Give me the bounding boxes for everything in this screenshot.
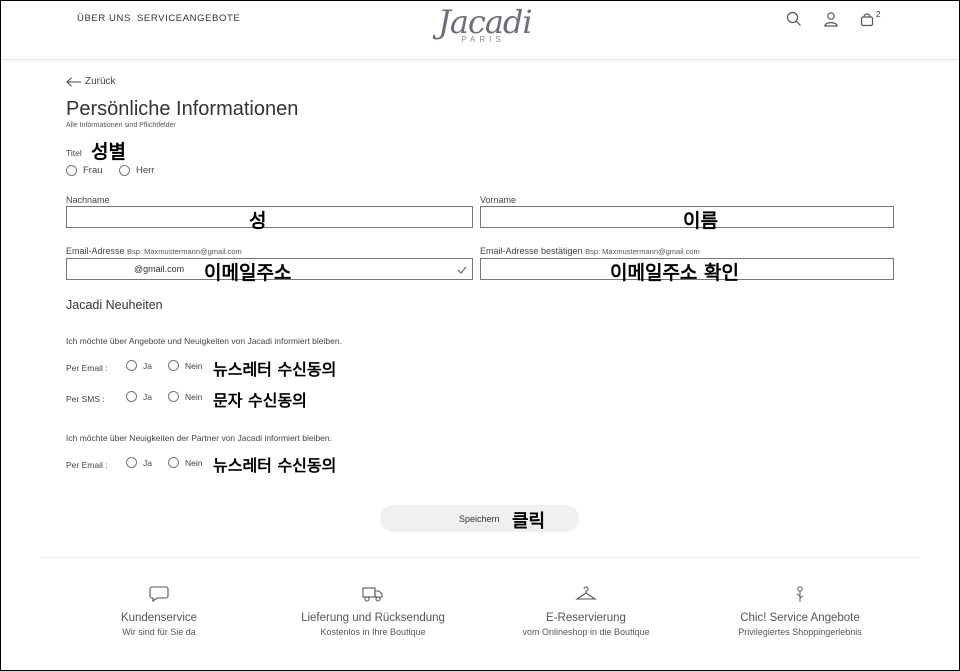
radio-circle[interactable] (168, 391, 179, 402)
vorname-annotation: 이름 (683, 210, 718, 232)
radio-sms-nein[interactable]: Nein (168, 391, 202, 402)
titel-label: Titel (66, 148, 82, 158)
jacadi-logo[interactable]: Jacadi PARIS (438, 3, 533, 44)
row-label-sms: Per SMS : (66, 394, 105, 404)
page-title: Persönliche Informationen (66, 98, 299, 120)
nachname-field[interactable] (66, 206, 473, 228)
chat-bubble-icon (149, 586, 169, 603)
footer-sub: Wir sind für Sie da (122, 627, 196, 637)
footer-title: Chic! Service Angebote (740, 612, 860, 624)
hanger-icon (575, 586, 597, 600)
back-label: Zurück (85, 76, 116, 87)
radio-nein-label: Nein (185, 457, 203, 468)
email-annotation: 이메일주소 (204, 262, 292, 284)
radio-circle[interactable] (168, 360, 179, 371)
nachname-annotation: 성 (249, 210, 267, 232)
nav-serviceangebote[interactable]: SERVICEANGEBOTE (137, 13, 240, 24)
save-button-label: Speichern (459, 514, 500, 524)
partner-consent-annotation: 뉴스레터 수신동의 (213, 456, 337, 475)
footer-kundenservice[interactable]: Kundenservice Wir sind für Sie da (59, 585, 259, 637)
page-subtitle: Alle Informationen sind Pflichtfelder (66, 122, 176, 129)
radio-frau-label: Frau (83, 165, 103, 176)
radio-ja-label: Ja (143, 457, 152, 468)
email-label-row: Email-Adresse Bsp: Maxmustermann@gmail.c… (66, 246, 242, 256)
search-icon[interactable] (786, 11, 802, 27)
footer-chic-service[interactable]: Chic! Service Angebote Privilegiertes Sh… (700, 585, 900, 637)
email-confirm-hint: Bsp: Maxmustermann@gmail.com (585, 247, 700, 256)
newsletter-info-1: Ich möchte über Angebote und Neuigkeiten… (66, 336, 342, 346)
footer-title: Kundenservice (120, 612, 198, 624)
radio-ja-label: Ja (143, 391, 152, 402)
email-value: @gmail.com (134, 264, 185, 274)
footer-title: E-Reservierung (546, 612, 626, 624)
radio-partner-nein[interactable]: Nein (168, 457, 202, 468)
radio-circle[interactable] (126, 360, 137, 371)
footer-e-reservierung[interactable]: E-Reservierung vom Onlineshop in die Bou… (486, 585, 686, 637)
logo-wordmark: Jacadi (438, 3, 533, 41)
email-label: Email-Adresse (66, 246, 125, 256)
newsletter-title: Jacadi Neuheiten (66, 298, 163, 312)
checkmark-icon (457, 266, 467, 274)
footer-lieferung[interactable]: Lieferung und Rücksendung Kostenlos in I… (273, 585, 473, 637)
site-header: ÜBER UNS SERVICEANGEBOTE Jacadi PARIS 2 (1, 1, 959, 60)
back-link[interactable]: Zurück (66, 76, 116, 87)
email-confirm-label-row: Email-Adresse bestätigen Bsp: Maxmusterm… (480, 246, 700, 256)
truck-icon (362, 587, 383, 602)
email-hint: Bsp: Maxmustermann@gmail.com (127, 247, 242, 256)
radio-circle[interactable] (126, 457, 137, 468)
radio-herr-label: Herr (136, 165, 155, 176)
radio-email-nein[interactable]: Nein (168, 360, 202, 371)
radio-sms-ja[interactable]: Ja (126, 391, 152, 402)
footer-sub: Privilegiertes Shoppingerlebnis (738, 627, 862, 637)
radio-circle[interactable] (126, 391, 137, 402)
radio-ja-label: Ja (143, 360, 152, 371)
footer-title: Lieferung und Rücksendung (301, 612, 445, 624)
newsletter-info-2: Ich möchte über Neuigkeiten der Partner … (66, 433, 333, 443)
nachname-label: Nachname (66, 195, 110, 205)
radio-circle[interactable] (66, 165, 77, 176)
radio-herr[interactable]: Herr (119, 165, 154, 176)
radio-partner-ja[interactable]: Ja (126, 457, 152, 468)
radio-nein-label: Nein (185, 391, 203, 402)
user-icon[interactable] (823, 11, 839, 27)
cart-count-badge: 2 (876, 10, 881, 19)
arrow-left-icon (66, 76, 81, 87)
footer-divider (40, 557, 920, 558)
footer-sub: vom Onlineshop in die Boutique (522, 627, 650, 637)
row-label-partner-email: Per Email : (66, 460, 108, 470)
radio-email-ja[interactable]: Ja (126, 360, 152, 371)
sms-consent-annotation: 문자 수신동의 (213, 391, 307, 410)
row-label-email: Per Email : (66, 363, 108, 373)
radio-circle[interactable] (119, 165, 130, 176)
flower-icon (796, 586, 804, 602)
footer-sub: Kostenlos in Ihre Boutique (320, 627, 426, 637)
radio-circle[interactable] (168, 457, 179, 468)
radio-nein-label: Nein (185, 360, 203, 371)
nav-ueber-uns[interactable]: ÜBER UNS (77, 13, 131, 24)
email-consent-annotation: 뉴스레터 수신동의 (213, 360, 337, 379)
cart-icon[interactable] (859, 11, 875, 27)
save-annotation: 클릭 (512, 511, 546, 532)
email-confirm-annotation: 이메일주소 확인 (610, 262, 739, 284)
radio-frau[interactable]: Frau (66, 165, 103, 176)
titel-annotation: 성별 (91, 141, 126, 163)
vorname-label: Vorname (480, 195, 517, 205)
email-confirm-label: Email-Adresse bestätigen (480, 246, 583, 256)
